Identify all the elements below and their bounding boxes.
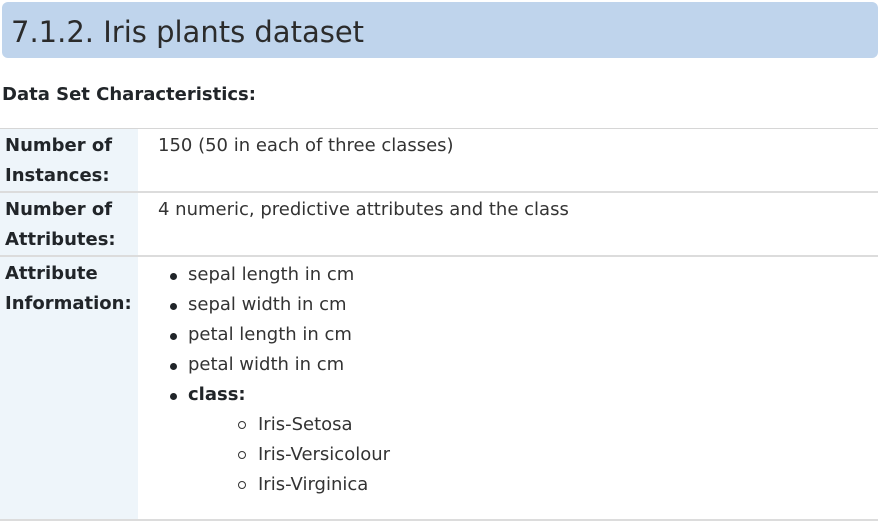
- class-list-item: Iris-Virginica: [236, 470, 878, 500]
- field-value-instances: 150 (50 in each of three classes): [158, 135, 454, 156]
- attribute-list: sepal length in cm sepal width in cm pet…: [138, 260, 878, 500]
- class-list: Iris-Setosa Iris-Versicolour Iris-Virgin…: [188, 410, 878, 500]
- section-heading: Data Set Characteristics:: [2, 84, 256, 105]
- characteristics-table: Number of Instances: 150 (50 in each of …: [0, 128, 878, 521]
- table-row-instances: Number of Instances: 150 (50 in each of …: [0, 128, 878, 192]
- field-name-line: Number of: [5, 135, 113, 156]
- field-name-line: Instances:: [5, 165, 110, 186]
- class-label: class:: [188, 384, 246, 405]
- class-list-item: Iris-Setosa: [236, 410, 878, 440]
- table-row-attribute-information: Attribute Information: sepal length in c…: [0, 256, 878, 520]
- field-name-line: Attribute: [5, 263, 98, 284]
- field-name-line: Attributes:: [5, 229, 116, 250]
- page-title: 7.1.2. Iris plants dataset: [11, 15, 365, 49]
- field-name-line: Information:: [5, 293, 132, 314]
- table-row-attributes: Number of Attributes: 4 numeric, predict…: [0, 192, 878, 256]
- list-item: sepal width in cm: [168, 290, 878, 320]
- page-title-bar: 7.1.2. Iris plants dataset: [2, 2, 878, 58]
- list-item: petal length in cm: [168, 320, 878, 350]
- field-value-attributes: 4 numeric, predictive attributes and the…: [158, 199, 569, 220]
- field-name-instances: Number of Instances:: [0, 128, 138, 192]
- list-item: sepal length in cm: [168, 260, 878, 290]
- list-item: petal width in cm: [168, 350, 878, 380]
- field-name-attributes: Number of Attributes:: [0, 192, 138, 256]
- field-name-attribute-information: Attribute Information:: [0, 256, 138, 520]
- field-value-attribute-information: sepal length in cm sepal width in cm pet…: [138, 256, 878, 520]
- class-list-item: Iris-Versicolour: [236, 440, 878, 470]
- list-item-class: class: Iris-Setosa Iris-Versicolour Iris…: [168, 380, 878, 500]
- field-name-line: Number of: [5, 199, 113, 220]
